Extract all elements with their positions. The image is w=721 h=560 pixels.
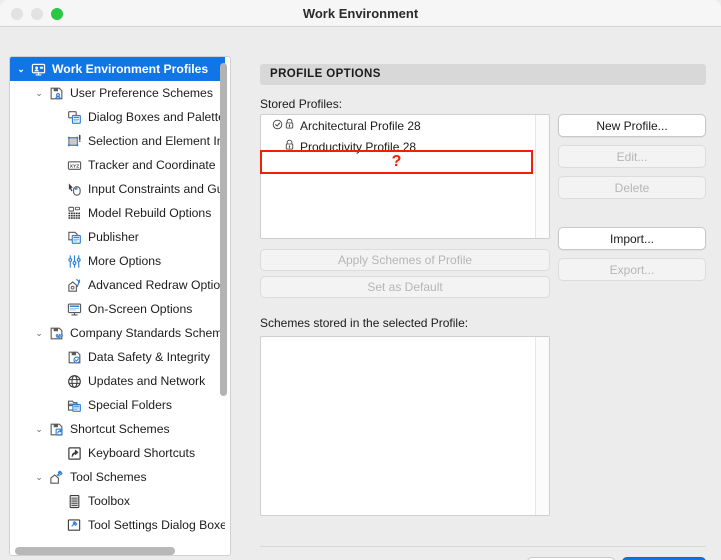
company-standards-icon (46, 326, 66, 341)
on-screen-icon (64, 302, 84, 317)
sidebar-item-label: More Options (88, 254, 162, 268)
tool-settings-icon (64, 518, 84, 533)
sidebar-item-work-environment-profiles[interactable]: ⌄ Work Environment Profiles (10, 57, 225, 81)
sidebar-item-label: Work Environment Profiles (52, 62, 209, 76)
svg-text:XYZ: XYZ (69, 163, 78, 169)
window-title: Work Environment (302, 6, 419, 21)
schemes-list-scrollbar[interactable] (535, 337, 549, 515)
sidebar-item-label: Dialog Boxes and Palettes (88, 110, 225, 124)
sidebar-item-model-rebuild-options[interactable]: Model Rebuild Options (10, 201, 225, 225)
section-header: PROFILE OPTIONS (260, 64, 706, 85)
stored-profiles-label: Stored Profiles: (260, 97, 343, 111)
settings-tree-panel: ⌄ Work Environment Profiles ⌄ User Preferen… (9, 56, 231, 556)
sidebar-item-special-folders[interactable]: Special Folders (10, 393, 225, 417)
selection-info-icon (64, 134, 84, 149)
sidebar-item-label: Input Constraints and Guides (88, 182, 225, 196)
sidebar-item-label: Company Standards Schemes (70, 326, 225, 340)
input-constraints-icon (64, 182, 84, 197)
delete-profile-button: Delete (558, 176, 706, 199)
sidebar-item-label: On-Screen Options (88, 302, 193, 316)
toolbox-icon (64, 494, 84, 509)
sidebar-item-advanced-redraw-options[interactable]: Advanced Redraw Options (10, 273, 225, 297)
sidebar-item-keyboard-shortcuts[interactable]: Keyboard Shortcuts (10, 441, 225, 465)
chevron-down-icon[interactable]: ⌄ (32, 424, 46, 434)
schemes-label: Schemes stored in the selected Profile: (260, 316, 469, 330)
user-preferences-icon (46, 86, 66, 101)
tree-horizontal-scrollbar[interactable] (15, 547, 175, 555)
sidebar-item-label: Shortcut Schemes (70, 422, 170, 436)
locked-profile-icon (284, 118, 295, 133)
sidebar-item-toolbox[interactable]: Toolbox (10, 489, 225, 513)
profile-list-item[interactable]: Architectural Profile 28 (261, 115, 549, 136)
sidebar-item-label: User Preference Schemes (70, 86, 213, 100)
sidebar-item-user-preference-schemes[interactable]: ⌄ User Preference Schemes (10, 81, 225, 105)
advanced-redraw-icon (64, 278, 84, 293)
profiles-list-scrollbar[interactable] (535, 115, 549, 238)
tree-vertical-scrollbar[interactable] (220, 63, 227, 396)
profile-status-icons (265, 118, 295, 133)
title-bar: Work Environment (0, 0, 721, 27)
publisher-icon (64, 230, 84, 245)
sidebar-item-updates-and-network[interactable]: Updates and Network (10, 369, 225, 393)
sidebar-item-selection-and-element-information[interactable]: Selection and Element Information (10, 129, 225, 153)
new-profile-button[interactable]: New Profile... (558, 114, 706, 137)
globe-icon (64, 374, 84, 389)
sidebar-item-label: Tracker and Coordinate Input (88, 158, 225, 172)
sidebar-item-label: Publisher (88, 230, 139, 244)
footer-divider (260, 546, 706, 547)
shortcut-schemes-icon (46, 422, 66, 437)
sidebar-item-input-constraints-and-guides[interactable]: Input Constraints and Guides (10, 177, 225, 201)
profile-options-panel: PROFILE OPTIONS Stored Profiles: Archite… (241, 56, 713, 560)
sidebar-item-tracker-and-coordinate-input[interactable]: XYZ Tracker and Coordinate Input (10, 153, 225, 177)
tracker-xyz-icon: XYZ (64, 158, 84, 173)
chevron-down-icon[interactable]: ⌄ (32, 328, 46, 338)
keyboard-shortcuts-icon (64, 446, 84, 461)
sidebar-item-dialog-boxes-and-palettes[interactable]: Dialog Boxes and Palettes (10, 105, 225, 129)
sidebar-item-on-screen-options[interactable]: On-Screen Options (10, 297, 225, 321)
sidebar-item-label: Toolbox (88, 494, 131, 508)
edit-profile-button: Edit... (558, 145, 706, 168)
highlight-question-mark: ? (391, 153, 402, 170)
sidebar-item-shortcut-schemes[interactable]: ⌄ Shortcut Schemes (10, 417, 225, 441)
sliders-icon (64, 254, 84, 269)
settings-tree: ⌄ Work Environment Profiles ⌄ User Preferen… (10, 57, 225, 537)
import-profile-button[interactable]: Import... (558, 227, 706, 250)
stored-profiles-list[interactable]: Architectural Profile 28 Productivity Pro… (260, 114, 550, 239)
model-rebuild-icon (64, 206, 84, 221)
data-safety-icon (64, 350, 84, 365)
sidebar-item-data-safety-integrity[interactable]: Data Safety & Integrity (10, 345, 225, 369)
sidebar-item-publisher[interactable]: Publisher (10, 225, 225, 249)
sidebar-item-label: Advanced Redraw Options (88, 278, 225, 292)
apply-schemes-button: Apply Schemes of Profile (260, 249, 550, 271)
work-environment-dialog: Work Environment ⌄ Work Environment Profi… (0, 0, 721, 560)
export-profile-button: Export... (558, 258, 706, 281)
tool-schemes-icon (46, 470, 66, 485)
sidebar-item-tool-settings-dialog-boxes[interactable]: Tool Settings Dialog Boxes (10, 513, 225, 537)
monitor-profiles-icon (28, 62, 48, 77)
dialog-boxes-icon (64, 110, 84, 125)
sidebar-item-more-options[interactable]: More Options (10, 249, 225, 273)
chevron-down-icon[interactable]: ⌄ (32, 472, 46, 482)
chevron-down-icon[interactable]: ⌄ (14, 64, 28, 74)
sidebar-item-tool-schemes[interactable]: ⌄ Tool Schemes (10, 465, 225, 489)
highlight-annotation-box: ? (260, 150, 533, 174)
sidebar-item-label: Special Folders (88, 398, 172, 412)
sidebar-item-label: Tool Schemes (70, 470, 147, 484)
profile-name: Architectural Profile 28 (300, 118, 421, 133)
sidebar-item-company-standards-schemes[interactable]: ⌄ Company Standards Schemes (10, 321, 225, 345)
sidebar-item-label: Updates and Network (88, 374, 206, 388)
sidebar-item-label: Model Rebuild Options (88, 206, 212, 220)
dialog-body: ⌄ Work Environment Profiles ⌄ User Preferen… (0, 27, 721, 560)
default-profile-check-icon (272, 119, 283, 133)
sidebar-item-label: Selection and Element Information (88, 134, 225, 148)
special-folders-icon (64, 398, 84, 413)
schemes-list[interactable] (260, 336, 550, 516)
chevron-down-icon[interactable]: ⌄ (32, 88, 46, 98)
sidebar-item-label: Keyboard Shortcuts (88, 446, 196, 460)
sidebar-item-label: Data Safety & Integrity (88, 350, 210, 364)
sidebar-item-label: Tool Settings Dialog Boxes (88, 518, 225, 532)
tree-horizontal-scrollbar-track (9, 544, 231, 558)
set-as-default-button: Set as Default (260, 276, 550, 298)
